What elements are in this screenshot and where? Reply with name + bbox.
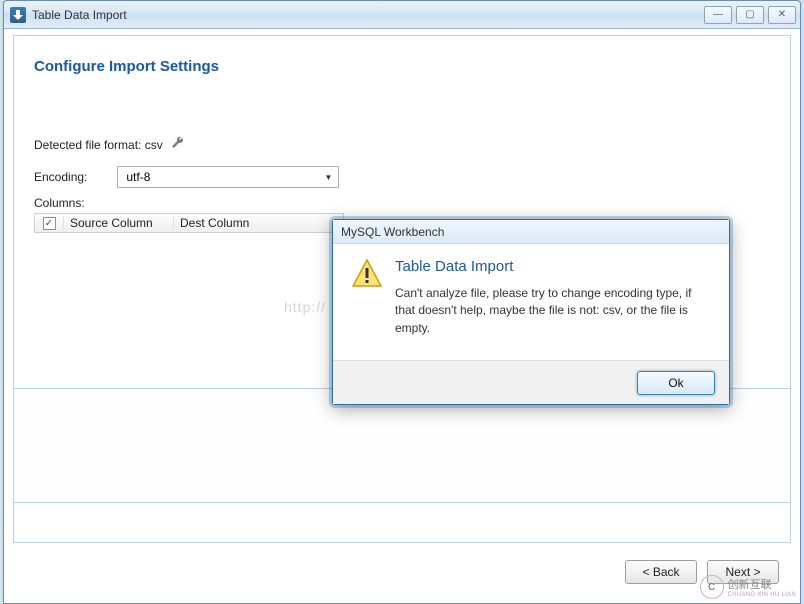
encoding-select[interactable]: utf-8 ▼ [117,166,339,188]
main-window: Table Data Import — ▢ ✕ Configure Import… [3,0,801,604]
dialog-footer: Ok [333,360,729,404]
minimize-button[interactable]: — [704,6,732,24]
wizard-footer: < Back Next > [13,549,791,595]
dialog-body: Table Data Import Can't analyze file, pl… [333,244,729,360]
encoding-label: Encoding: [34,170,87,184]
chevron-down-icon: ▼ [324,173,332,182]
columns-group: Columns: ✓ Source Column Dest Column [34,196,344,233]
page-heading: Configure Import Settings [34,58,219,75]
back-button[interactable]: < Back [625,560,697,584]
detected-format-label: Detected file format: csv [34,138,163,152]
detected-format-row: Detected file format: csv [34,136,185,153]
encoding-row: Encoding: utf-8 ▼ [34,166,339,188]
log-panel [14,388,790,503]
ok-button[interactable]: Ok [637,371,715,395]
app-icon [10,7,26,23]
error-dialog: MySQL Workbench Table Data Import Can't … [332,219,730,405]
warning-icon [351,258,383,290]
dialog-heading: Table Data Import [395,258,711,275]
brand-logo-icon: C [700,575,724,599]
maximize-button[interactable]: ▢ [736,6,764,24]
dialog-message: Can't analyze file, please try to change… [395,285,711,337]
dialog-titlebar[interactable]: MySQL Workbench [333,220,729,244]
titlebar[interactable]: Table Data Import — ▢ ✕ [4,1,800,29]
dialog-title: MySQL Workbench [341,225,444,239]
brand-cn: 创新互联 [728,576,796,592]
close-button[interactable]: ✕ [768,6,796,24]
select-all-checkbox[interactable]: ✓ [43,217,56,230]
column-dest-header[interactable]: Dest Column [173,216,343,230]
brand-watermark: C 创新互联 CHUANG XIN HU LIAN [700,575,796,599]
columns-header: ✓ Source Column Dest Column [34,213,344,233]
columns-label: Columns: [34,196,344,210]
window-title: Table Data Import [32,8,127,22]
encoding-value: utf-8 [126,170,150,184]
brand-en: CHUANG XIN HU LIAN [728,592,796,598]
wrench-icon[interactable] [171,136,185,153]
column-source-header[interactable]: Source Column [63,216,173,230]
